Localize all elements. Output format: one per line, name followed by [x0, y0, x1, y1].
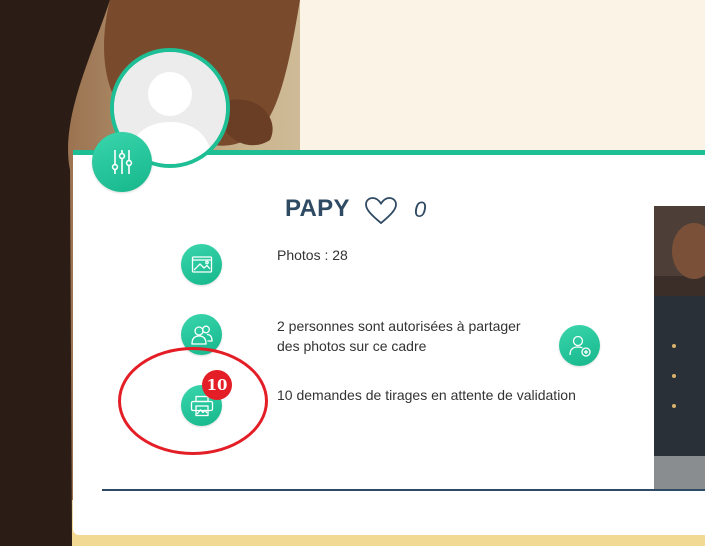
likes-count: 0 — [414, 197, 427, 222]
users-icon — [190, 325, 213, 345]
print-requests-text: 10 demandes de tirages en attente de val… — [277, 387, 576, 403]
shared-users-text: 2 personnes sont autorisées à partager d… — [277, 316, 521, 356]
settings-sliders-icon — [111, 150, 133, 174]
highlight-circle — [118, 347, 268, 455]
photos-button[interactable] — [181, 244, 222, 285]
card-divider — [102, 489, 705, 491]
like-button[interactable] — [364, 196, 398, 226]
add-user-icon — [568, 335, 591, 357]
photos-count-text: Photos : 28 — [277, 247, 348, 263]
settings-button[interactable] — [92, 132, 152, 192]
shared-users-line1: 2 personnes sont autorisées à partager — [277, 318, 521, 334]
heart-icon — [365, 197, 397, 225]
profile-name: PAPY — [285, 195, 350, 222]
image-icon — [191, 255, 212, 273]
add-user-button[interactable] — [559, 325, 600, 366]
side-photo — [654, 206, 705, 489]
shared-users-line2: des photos sur ce cadre — [277, 338, 427, 354]
